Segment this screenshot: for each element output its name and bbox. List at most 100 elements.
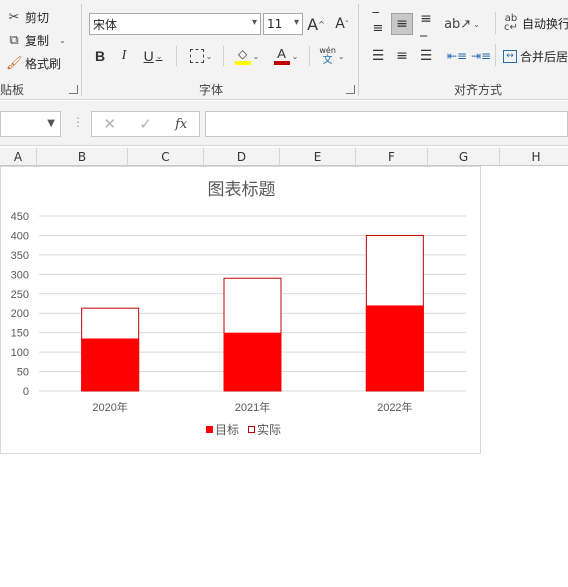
clipboard-launcher-icon[interactable] bbox=[69, 85, 78, 94]
copy-dropdown-icon[interactable]: ⌄ bbox=[59, 36, 66, 45]
top-align-icon: ‾ ≡ bbox=[372, 11, 384, 36]
format-painter-button[interactable]: 🖌 格式刷 bbox=[6, 53, 61, 73]
chart-area[interactable]: 图表标题 0 50 100 150 200 250 300 350 400 450 2020年 202… bbox=[0, 166, 481, 454]
column-header-g[interactable]: G bbox=[428, 148, 500, 166]
phonetic-icon: wén 文 bbox=[319, 46, 336, 66]
chevron-down-icon[interactable]: ⌄ bbox=[253, 52, 260, 61]
copy-button[interactable]: ⧉ 复制 ⌄ bbox=[6, 30, 66, 50]
grow-font-label: A bbox=[307, 14, 319, 34]
copy-icon: ⧉ bbox=[9, 32, 19, 48]
increase-indent-button[interactable]: ⇥≡ bbox=[470, 45, 492, 67]
column-header-d[interactable]: D bbox=[204, 148, 280, 166]
wrap-text-icon: ab c↵ bbox=[504, 13, 518, 33]
wrap-text-button[interactable]: ab c↵ 自动换行 bbox=[503, 13, 568, 33]
merge-center-label: 合并后居中 bbox=[520, 49, 568, 64]
y-tick-label: 350 bbox=[11, 250, 29, 262]
orientation-icon: ab↗ bbox=[444, 16, 472, 32]
bar-target bbox=[365, 305, 424, 391]
chevron-down-icon[interactable]: ▼ bbox=[47, 118, 55, 129]
orientation-button[interactable]: ab↗ ⌄ bbox=[444, 13, 480, 35]
x-tick-label: 2020年 bbox=[92, 400, 127, 414]
y-tick-label: 450 bbox=[11, 211, 29, 223]
y-tick-label: 100 bbox=[11, 347, 29, 359]
y-tick-label: 400 bbox=[11, 230, 29, 242]
divider bbox=[495, 12, 496, 34]
clipboard-group-label: 剪贴板 bbox=[0, 83, 25, 97]
divider bbox=[495, 44, 496, 66]
align-center-button[interactable]: ≡ bbox=[391, 45, 413, 67]
column-header-c[interactable]: C bbox=[128, 148, 204, 166]
italic-button[interactable]: I bbox=[114, 45, 134, 67]
insert-function-button[interactable]: fx bbox=[163, 117, 199, 132]
chart-plot: 0 50 100 150 200 250 300 350 400 450 2020年 2021年 202… bbox=[11, 211, 466, 437]
shrink-font-label: A bbox=[335, 16, 345, 32]
align-left-button[interactable]: ☰ bbox=[367, 45, 389, 67]
align-right-button[interactable]: ☰ bbox=[415, 45, 437, 67]
y-tick-label: 50 bbox=[17, 367, 29, 379]
font-launcher-icon[interactable] bbox=[346, 85, 355, 94]
y-tick-label: 200 bbox=[11, 308, 29, 320]
enter-button[interactable]: ✓ bbox=[128, 115, 164, 133]
alignment-group-label: 对齐方式 bbox=[454, 83, 503, 97]
brush-icon: 🖌 bbox=[6, 55, 23, 71]
chevron-down-icon[interactable]: ⌄ bbox=[473, 20, 480, 29]
font-size-combo[interactable]: 11 ▾ bbox=[263, 13, 303, 35]
grow-font-button[interactable]: A ^ bbox=[306, 13, 326, 35]
align-right-icon: ☰ bbox=[419, 48, 433, 64]
top-align-button[interactable]: ‾ ≡ bbox=[367, 11, 389, 36]
group-divider bbox=[358, 4, 359, 96]
bar-target bbox=[81, 338, 140, 391]
legend-swatch-target bbox=[206, 426, 213, 433]
bottom-align-icon: ≡ _ bbox=[420, 11, 432, 37]
chevron-down-icon[interactable]: ⌄ bbox=[338, 52, 345, 61]
fill-color-button[interactable]: ◇ ⌄ bbox=[229, 45, 265, 67]
font-name-combo[interactable]: 宋体 ▾ bbox=[89, 13, 261, 35]
underline-button[interactable]: U ⌄ bbox=[138, 45, 168, 67]
font-size-value: 11 bbox=[267, 17, 283, 31]
legend-label-target: 目标 bbox=[215, 423, 239, 437]
ribbon: ✂ 剪切 ⧉ 复制 ⌄ 🖌 格式刷 剪贴板 宋体 ▾ 11 ▾ A^ Aˇ B … bbox=[0, 0, 568, 100]
column-header-a[interactable]: A bbox=[0, 148, 37, 166]
column-header-e[interactable]: E bbox=[280, 148, 356, 166]
formula-input[interactable] bbox=[205, 111, 568, 137]
middle-align-button[interactable]: ≡ bbox=[391, 13, 413, 35]
name-box[interactable]: ▼ bbox=[0, 111, 61, 137]
decrease-indent-button[interactable]: ⇤≡ bbox=[446, 45, 468, 67]
column-header-b[interactable]: B bbox=[37, 148, 128, 166]
column-header-f[interactable]: F bbox=[356, 148, 428, 166]
shrink-font-button[interactable]: Aˇ bbox=[332, 13, 352, 35]
cut-label: 剪切 bbox=[25, 10, 50, 25]
group-divider bbox=[81, 4, 82, 96]
border-button[interactable]: ⌄ bbox=[183, 45, 219, 67]
chevron-down-icon[interactable]: ⌄ bbox=[156, 52, 163, 61]
y-tick-label: 250 bbox=[11, 289, 29, 301]
merge-center-button[interactable]: ↔ 合并后居中 bbox=[503, 46, 568, 66]
chevron-down-icon[interactable]: ▾ bbox=[252, 17, 257, 28]
scissors-icon: ✂ bbox=[8, 9, 20, 25]
cut-button[interactable]: ✂ 剪切 bbox=[6, 7, 49, 27]
phonetic-bottom: 文 bbox=[322, 55, 333, 66]
paint-bucket-icon: ◇ bbox=[234, 47, 251, 65]
y-tick-label: 150 bbox=[11, 328, 29, 340]
drag-handle-icon[interactable]: ⋮ bbox=[72, 115, 84, 129]
legend-swatch-actual bbox=[248, 426, 255, 433]
phonetic-button[interactable]: wén 文 ⌄ bbox=[314, 43, 350, 69]
formula-bar: ▼ ⋮ ✕ ✓ fx bbox=[0, 101, 568, 146]
increase-indent-icon: ⇥≡ bbox=[470, 49, 492, 63]
divider bbox=[176, 46, 177, 66]
chevron-down-icon[interactable]: ▾ bbox=[294, 17, 299, 28]
y-tick-label: 0 bbox=[23, 386, 29, 398]
chevron-down-icon[interactable]: ⌄ bbox=[292, 52, 299, 61]
bottom-align-button[interactable]: ≡ _ bbox=[415, 11, 437, 37]
font-color-icon: A bbox=[273, 47, 290, 65]
cancel-button[interactable]: ✕ bbox=[92, 115, 128, 133]
column-header-h[interactable]: H bbox=[500, 148, 568, 166]
font-group-label: 字体 bbox=[199, 83, 224, 97]
font-color-button[interactable]: A ⌄ bbox=[268, 45, 304, 67]
chevron-down-icon[interactable]: ⌄ bbox=[206, 52, 213, 61]
wrap-text-label: 自动换行 bbox=[522, 16, 568, 31]
bold-button[interactable]: B bbox=[90, 45, 110, 67]
column-headers: A B C D E F G H bbox=[0, 148, 568, 166]
middle-align-icon: ≡ bbox=[396, 16, 408, 32]
copy-label: 复制 bbox=[25, 33, 50, 48]
